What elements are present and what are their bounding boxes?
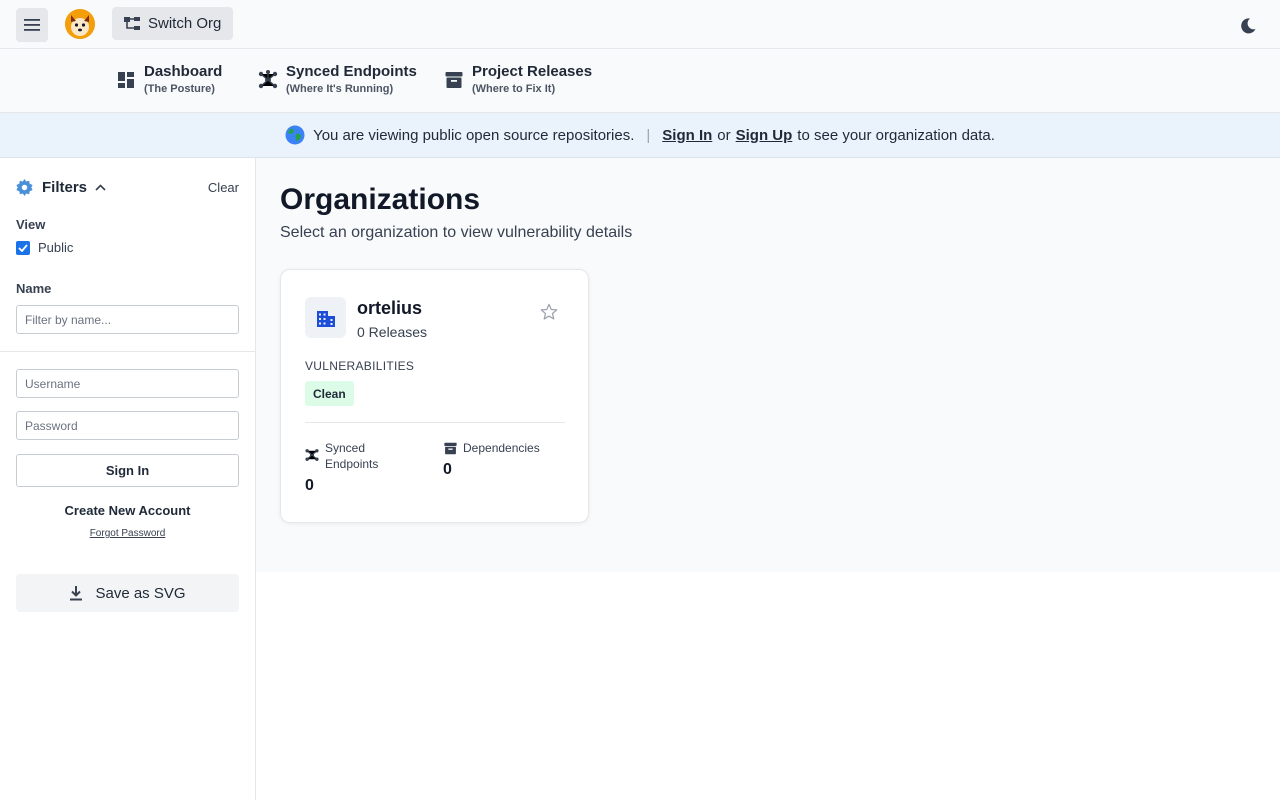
- switch-org-label: Switch Org: [148, 15, 222, 32]
- save-as-svg-button[interactable]: Save as SVG: [16, 574, 239, 612]
- collapse-filters-button[interactable]: [95, 183, 106, 191]
- public-checkbox[interactable]: [16, 240, 30, 255]
- nav-subtitle: (Where to Fix It): [472, 83, 556, 95]
- main-nav: Dashboard (The Posture) Synced Endpoints…: [0, 49, 1280, 113]
- menu-button[interactable]: [16, 8, 48, 42]
- public-filter: Public: [16, 240, 73, 255]
- hamburger-icon: [24, 19, 40, 31]
- view-label: View: [16, 217, 46, 232]
- public-view-banner: You are viewing public open source repos…: [0, 113, 1280, 158]
- nav-item-project-releases[interactable]: Project Releases (Where to Fix It): [444, 63, 592, 97]
- chevron-up-icon: [95, 183, 106, 191]
- network-icon: [258, 70, 278, 90]
- dark-mode-toggle[interactable]: [1236, 14, 1260, 38]
- org-name: ortelius: [357, 298, 423, 318]
- dependencies-label: Dependencies: [463, 441, 540, 455]
- forgot-password-link[interactable]: Forgot Password: [16, 528, 239, 539]
- org-card[interactable]: ortelius 0 Releases VULNERABILITIES Clea…: [280, 269, 589, 523]
- name-label: Name: [16, 281, 52, 296]
- dashboard-icon: [116, 70, 136, 90]
- page-title: Organizations: [280, 183, 481, 216]
- top-bar: Switch Org: [0, 0, 1280, 49]
- clear-filters-button[interactable]: Clear: [208, 180, 239, 195]
- building-icon: [305, 297, 346, 338]
- switch-org-button[interactable]: Switch Org: [112, 7, 234, 40]
- vulnerabilities-label: VULNERABILITIES: [305, 359, 415, 373]
- main-content: Organizations Select an organization to …: [256, 158, 1280, 572]
- synced-endpoints-stat: Synced Endpoints: [305, 440, 378, 472]
- dependencies-value: 0: [443, 461, 452, 478]
- app-logo[interactable]: [65, 9, 95, 39]
- banner-tail: to see your organization data.: [797, 126, 995, 144]
- filters-title: Filters: [42, 178, 88, 196]
- synced-endpoints-value: 0: [305, 477, 314, 494]
- org-tree-icon: [124, 16, 140, 30]
- favorite-star-icon[interactable]: [540, 303, 558, 326]
- username-field[interactable]: [16, 369, 239, 398]
- synced-label-line1: Synced: [325, 441, 366, 455]
- archive-icon: [444, 70, 464, 90]
- nav-subtitle: (The Posture): [144, 83, 215, 95]
- nav-subtitle: (Where It's Running): [286, 83, 394, 95]
- name-filter-input[interactable]: [16, 305, 239, 334]
- banner-sign-in-link[interactable]: Sign In: [662, 127, 712, 144]
- sign-in-button[interactable]: Sign In: [16, 454, 239, 487]
- synced-label-line2: Endpoints: [325, 457, 379, 471]
- password-field[interactable]: [16, 411, 239, 440]
- dependencies-stat: Dependencies: [444, 440, 540, 456]
- archive-icon: [444, 442, 457, 455]
- status-badge: Clean: [305, 381, 354, 406]
- create-account-link[interactable]: Create New Account: [16, 503, 239, 518]
- banner-or: or: [717, 126, 731, 144]
- save-as-svg-label: Save as SVG: [95, 584, 186, 602]
- org-releases-count: 0 Releases: [357, 324, 428, 340]
- banner-sign-up-link[interactable]: Sign Up: [736, 127, 793, 144]
- download-icon: [70, 586, 83, 601]
- public-label: Public: [38, 240, 74, 255]
- banner-message: You are viewing public open source repos…: [313, 126, 635, 144]
- page-subtitle: Select an organization to view vulnerabi…: [280, 224, 633, 241]
- nav-title: Project Releases: [472, 63, 593, 80]
- globe-icon: [285, 125, 305, 145]
- nav-item-synced-endpoints[interactable]: Synced Endpoints (Where It's Running): [258, 63, 417, 97]
- gear-icon: [16, 178, 33, 196]
- network-icon: [305, 449, 319, 461]
- moon-icon: [1241, 18, 1256, 34]
- filters-header: Filters Clear: [16, 178, 239, 196]
- filter-sidebar: Filters Clear View Public Name Sign In C…: [0, 158, 256, 800]
- nav-title: Synced Endpoints: [286, 63, 417, 80]
- sidebar-divider: [0, 351, 255, 352]
- checkmark-icon: [18, 243, 28, 252]
- card-divider: [305, 422, 565, 423]
- nav-title: Dashboard: [144, 63, 223, 80]
- nav-item-dashboard[interactable]: Dashboard (The Posture): [116, 63, 222, 97]
- banner-separator: |: [646, 126, 651, 144]
